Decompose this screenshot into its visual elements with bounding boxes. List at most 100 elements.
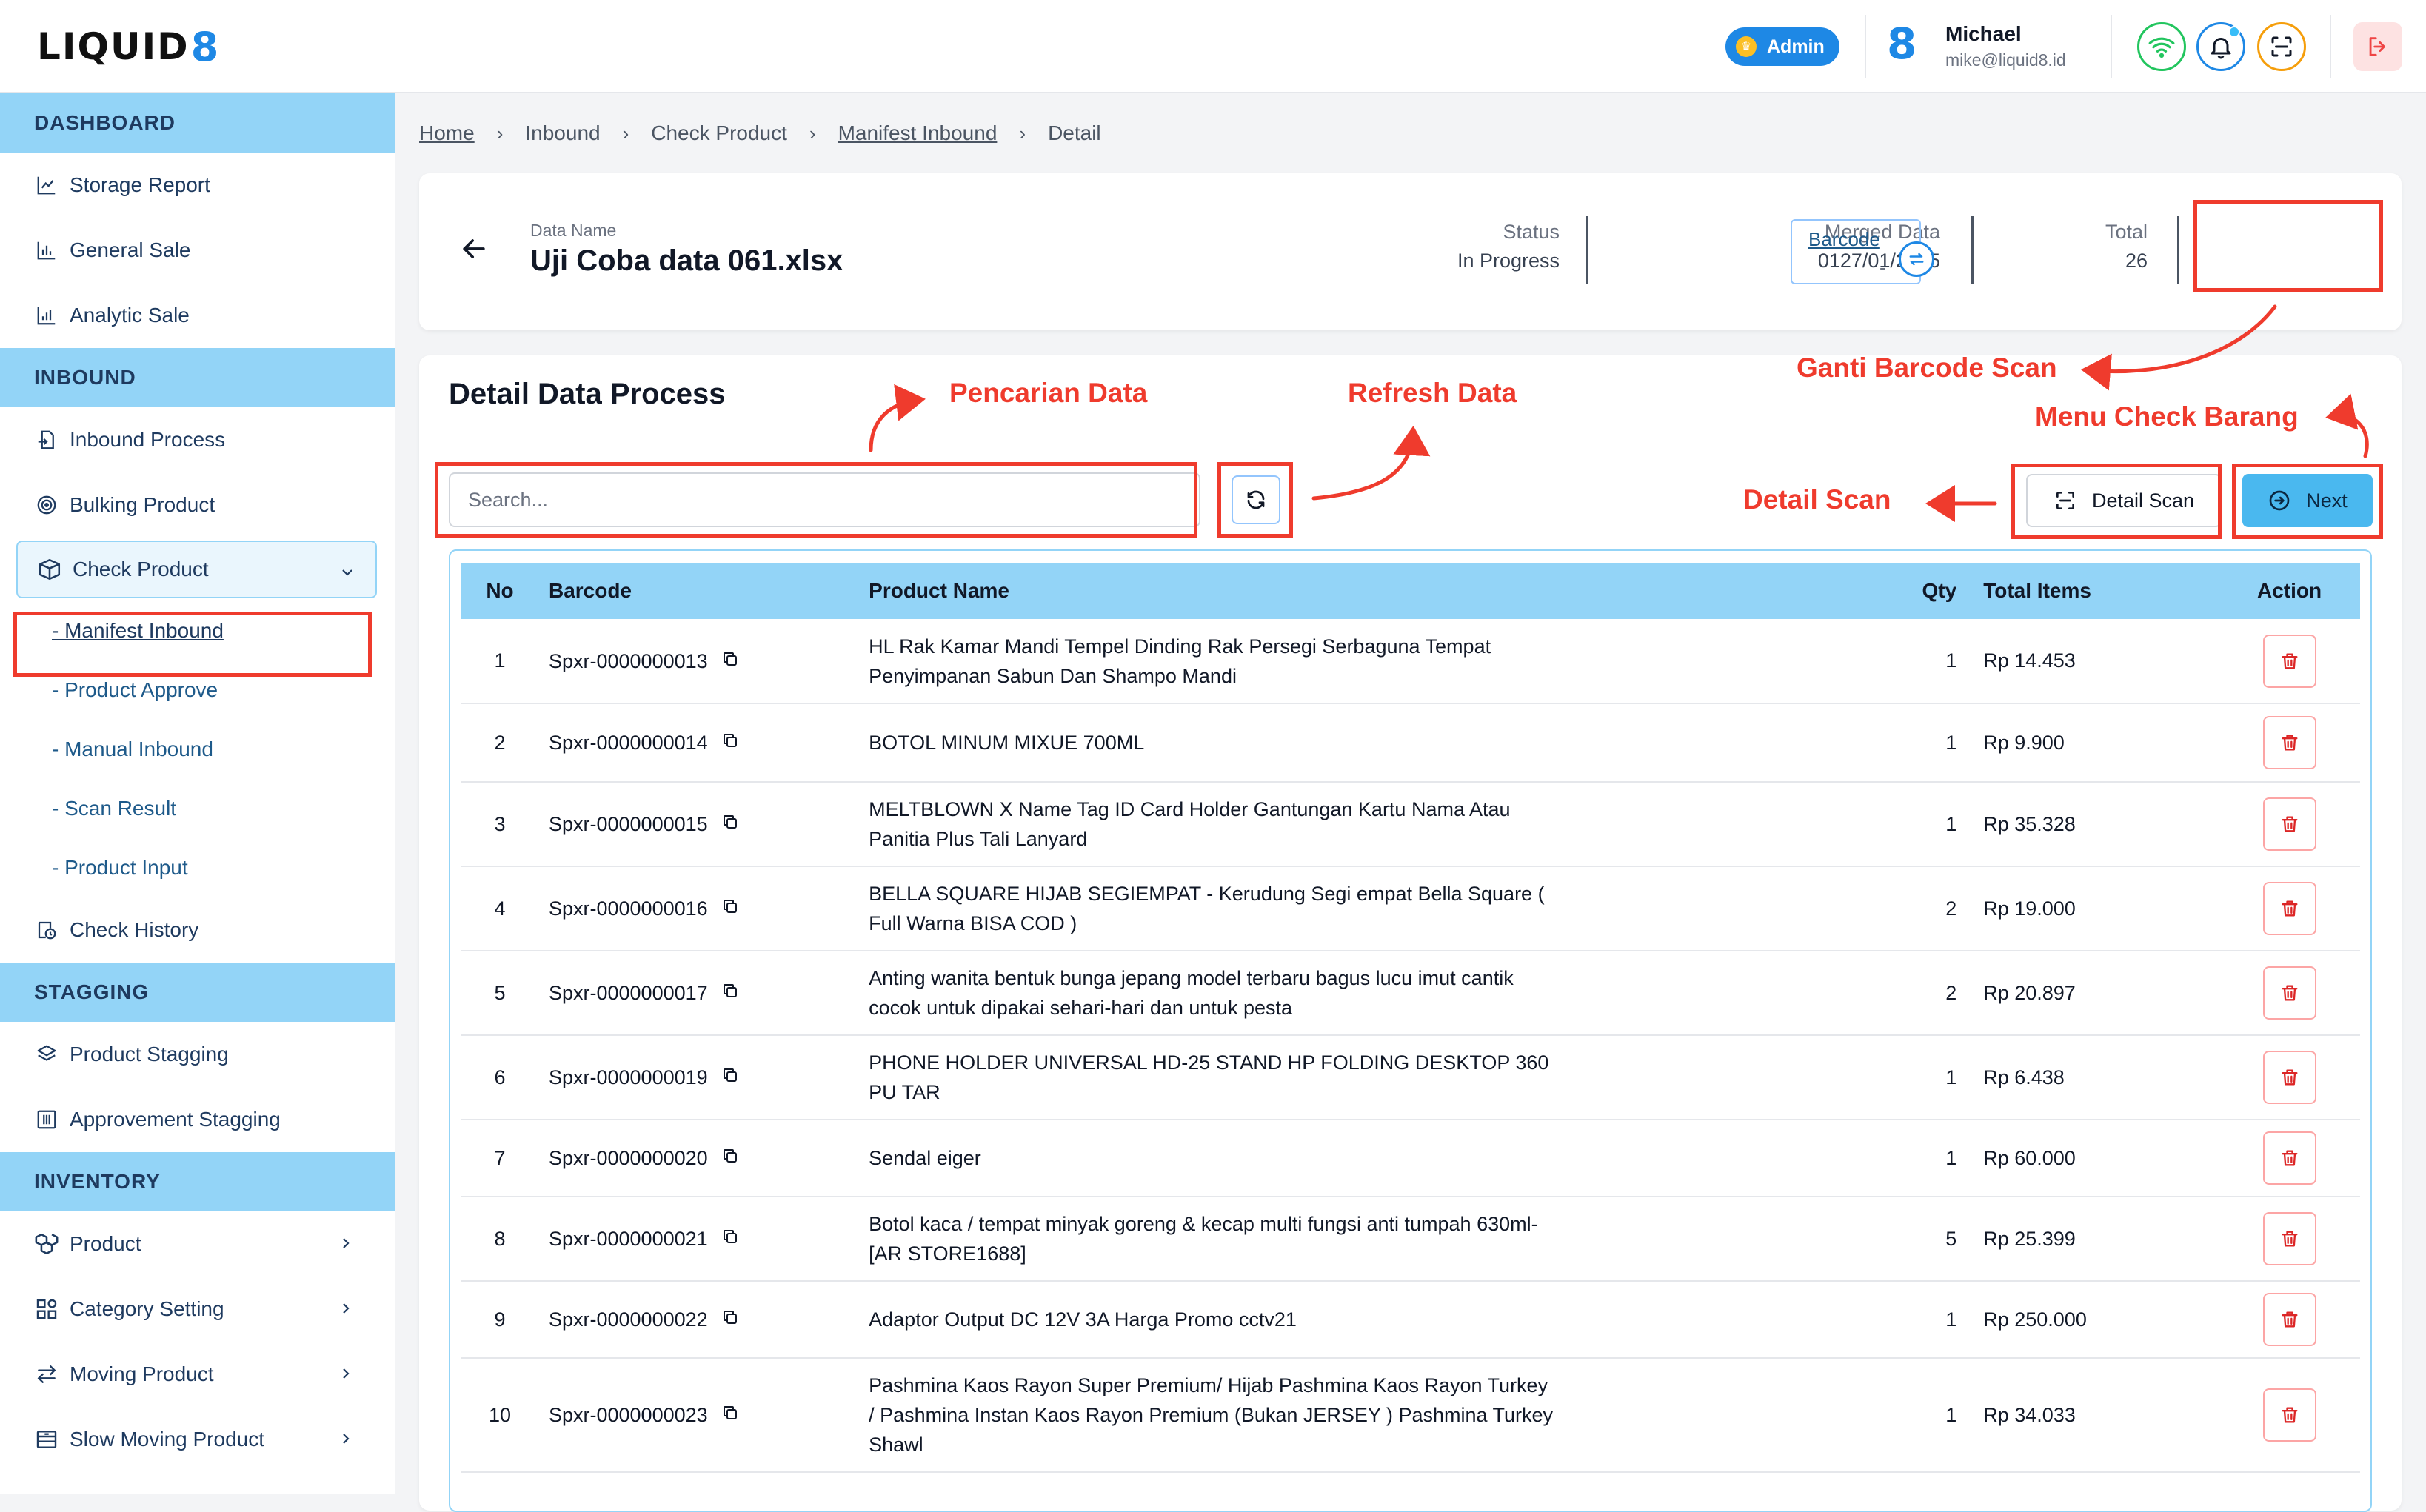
barcode-text: Spxr-0000000013	[548, 649, 708, 672]
row-total-items: Rp 25.399	[1983, 1197, 2219, 1282]
row-total-items: Rp 60.000	[1983, 1120, 2219, 1197]
row-product-name: Botol kaca / tempat minyak goreng & keca…	[869, 1197, 1890, 1282]
barcode-text: Spxr-0000000017	[548, 982, 708, 1005]
sidebar-item-analytic-sale[interactable]: Analytic Sale	[0, 283, 395, 348]
logout-button[interactable]	[2353, 22, 2402, 71]
breadcrumb-home[interactable]: Home	[419, 121, 475, 145]
copy-icon[interactable]	[721, 732, 739, 755]
sidebar-item-check-product[interactable]: Check Product	[16, 541, 377, 598]
row-barcode: Spxr-0000000019	[538, 1035, 869, 1120]
delete-button[interactable]	[2262, 797, 2316, 851]
app-logo[interactable]: LIQUID 8	[37, 24, 218, 70]
delete-button[interactable]	[2262, 882, 2316, 935]
sidebar-item-category-setting[interactable]: Category Setting	[0, 1277, 395, 1342]
sidebar-item-approvement-stagging[interactable]: Approvement Stagging	[0, 1087, 395, 1152]
search-input[interactable]	[449, 472, 1200, 527]
section-dashboard: DASHBOARD	[0, 93, 395, 153]
copy-icon[interactable]	[721, 1404, 739, 1427]
sidebar-item-storage-report[interactable]: Storage Report	[0, 153, 395, 218]
row-product-name: Pashmina Kaos Rayon Super Premium/ Hijab…	[869, 1358, 1890, 1473]
sidebar-subitem-product-input[interactable]: - Product Input	[0, 838, 395, 897]
row-action	[2219, 1120, 2360, 1197]
copy-icon[interactable]	[721, 1308, 739, 1331]
barcode-box[interactable]: Barcode -	[1791, 219, 1934, 284]
detail-scan-button[interactable]: Detail Scan	[2026, 474, 2222, 527]
divider	[1586, 216, 1588, 284]
copy-icon[interactable]	[721, 813, 739, 836]
table-header-row: No Barcode Product Name Qty Total Items …	[461, 563, 2360, 619]
delete-button[interactable]	[2262, 634, 2316, 688]
sidebar-item-check-history[interactable]: Check History	[0, 897, 395, 963]
refresh-button[interactable]	[1232, 475, 1280, 524]
breadcrumb-manifest-inbound[interactable]: Manifest Inbound	[838, 121, 998, 145]
trash-icon	[2282, 1150, 2298, 1166]
copy-icon[interactable]	[721, 897, 739, 920]
row-barcode: Spxr-0000000022	[538, 1281, 869, 1359]
row-qty: 1	[1889, 619, 1984, 704]
data-info-card: Data Name Uji Coba data 061.xlsx Status …	[419, 173, 2402, 330]
delete-button[interactable]	[2262, 1051, 2316, 1104]
chevron-down-icon	[338, 563, 356, 586]
detail-scan-label: Detail Scan	[2091, 489, 2195, 512]
crown-icon: ♛	[1736, 36, 1757, 57]
sidebar-subitem-manual-inbound[interactable]: - Manual Inbound	[0, 720, 395, 779]
copy-icon[interactable]	[721, 1147, 739, 1170]
row-action	[2219, 1281, 2360, 1359]
sidebar-item-label: Check Product	[73, 558, 209, 581]
row-product-name: PHONE HOLDER UNIVERSAL HD-25 STAND HP FO…	[869, 1035, 1890, 1120]
sidebar-item-product[interactable]: Product	[0, 1211, 395, 1277]
delete-button[interactable]	[2262, 1293, 2316, 1346]
row-no: 9	[461, 1281, 539, 1359]
column-header-product-name: Product Name	[869, 579, 1009, 602]
sidebar-item-general-sale[interactable]: General Sale	[0, 218, 395, 283]
row-qty: 5	[1889, 1197, 1984, 1282]
sidebar-item-slow-moving-product[interactable]: Slow Moving Product	[0, 1407, 395, 1472]
copy-icon[interactable]	[721, 650, 739, 673]
user-avatar: 8	[1887, 19, 1917, 69]
scan-button[interactable]	[2257, 22, 2306, 71]
header-divider	[1865, 15, 1866, 78]
row-no: 4	[461, 866, 539, 951]
sidebar-item-product-stagging[interactable]: Product Stagging	[0, 1022, 395, 1087]
sidebar-subitem-product-approve[interactable]: - Product Approve	[0, 660, 395, 720]
trash-icon	[2282, 1407, 2298, 1423]
file-import-icon	[34, 427, 59, 452]
trash-icon	[2282, 816, 2298, 832]
column-header-action: Action	[2257, 579, 2322, 602]
sidebar-item-moving-product[interactable]: Moving Product	[0, 1342, 395, 1407]
copy-icon[interactable]	[721, 1228, 739, 1251]
delete-button[interactable]	[2262, 716, 2316, 769]
swap-icon[interactable]	[1899, 241, 1934, 277]
sidebar-item-label: Storage Report	[70, 173, 210, 196]
delete-button[interactable]	[2262, 1131, 2316, 1185]
delete-button[interactable]	[2262, 1388, 2316, 1442]
category-icon	[34, 1297, 59, 1322]
chevron-right-icon	[337, 1364, 355, 1388]
delete-button[interactable]	[2262, 1212, 2316, 1265]
back-arrow-icon[interactable]	[458, 233, 490, 269]
sidebar-subitem-scan-result[interactable]: - Scan Result	[0, 779, 395, 838]
delete-button[interactable]	[2262, 966, 2316, 1020]
logout-icon	[2369, 37, 2385, 56]
copy-icon[interactable]	[721, 982, 739, 1005]
sidebar-item-bulking-product[interactable]: Bulking Product	[0, 472, 395, 538]
next-button[interactable]: Next	[2242, 474, 2373, 527]
notification-button[interactable]	[2196, 22, 2245, 71]
section-inbound: INBOUND	[0, 348, 395, 407]
row-no: 3	[461, 782, 539, 867]
row-product-name: Sendal eiger	[869, 1120, 1890, 1197]
section-stagging: STAGGING	[0, 963, 395, 1022]
barcode-label[interactable]: Barcode	[1808, 228, 1880, 251]
annotation-label-check: Menu Check Barang	[2035, 401, 2299, 432]
copy-icon[interactable]	[721, 1066, 739, 1089]
trash-icon	[2282, 1069, 2298, 1086]
sidebar-item-inbound-process[interactable]: Inbound Process	[0, 407, 395, 472]
refresh-icon	[1247, 490, 1265, 509]
user-name: Michael	[1945, 22, 2022, 45]
sidebar-subitem-manifest-inbound[interactable]: - Manifest Inbound	[0, 601, 395, 660]
wifi-status-button[interactable]	[2137, 22, 2186, 71]
row-qty: 1	[1889, 782, 1984, 867]
barcode-text: Spxr-0000000016	[548, 897, 708, 920]
header-divider	[2330, 15, 2331, 78]
logo-text: LIQUID	[37, 25, 190, 68]
